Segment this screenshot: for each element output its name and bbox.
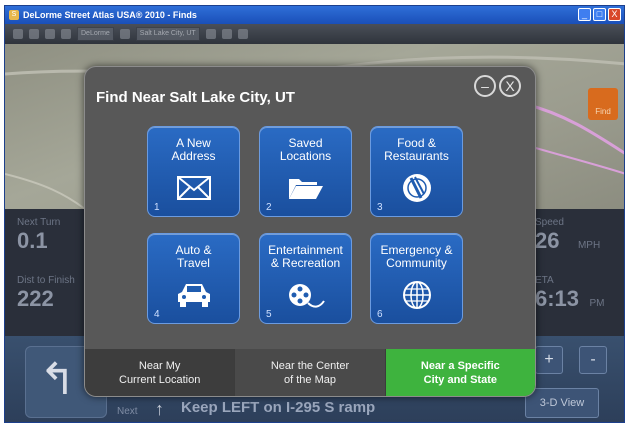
find-tab[interactable]: Find <box>588 88 618 120</box>
tile-number: 5 <box>266 309 272 320</box>
tile-label: Entertainment & Recreation <box>268 243 343 270</box>
tile-number: 3 <box>377 202 383 213</box>
3d-view-button[interactable]: 3-D View <box>525 388 599 418</box>
globe-icon <box>371 280 462 310</box>
maximize-button[interactable]: □ <box>593 8 606 21</box>
layers-icon[interactable] <box>221 29 232 39</box>
tile-number: 4 <box>154 309 160 320</box>
next-turn-label: Next Turn <box>17 217 61 228</box>
speed-value: 26 <box>535 228 560 253</box>
plate-icon <box>371 173 462 203</box>
tile-emergency-community[interactable]: Emergency & Community 6 <box>370 233 463 324</box>
tile-auto-travel[interactable]: Auto & Travel 4 <box>147 233 240 324</box>
save-icon[interactable] <box>45 29 55 39</box>
back-icon[interactable] <box>13 29 23 39</box>
eta-value: 6:13 <box>535 286 580 311</box>
tile-label: Emergency & Community <box>380 243 453 270</box>
next-instruction: Keep LEFT on I-295 S ramp <box>181 399 376 416</box>
option-near-current-location[interactable]: Near My Current Location <box>85 349 236 396</box>
tile-new-address[interactable]: A New Address 1 <box>147 126 240 217</box>
minimize-button[interactable]: _ <box>578 8 591 21</box>
eta-unit: PM <box>589 298 605 309</box>
marker-icon[interactable] <box>119 29 130 39</box>
toolbar: DeLorme Salt Lake City, UT <box>5 24 624 44</box>
speed-label: Speed <box>535 217 564 228</box>
forward-icon[interactable] <box>29 29 39 39</box>
next-label: Next <box>117 406 138 417</box>
zoom-in-button[interactable]: + <box>535 346 563 374</box>
distance-label: Dist to Finish <box>17 275 75 286</box>
next-turn-value: 0.1 <box>17 228 48 253</box>
tools-icon[interactable] <box>205 29 216 39</box>
map-style-select[interactable]: DeLorme <box>77 27 114 41</box>
tile-number: 1 <box>154 202 160 213</box>
tile-food-restaurants[interactable]: Food & Restaurants 3 <box>370 126 463 217</box>
film-reel-icon <box>260 280 351 310</box>
zoom-out-button[interactable]: - <box>579 346 607 374</box>
next-turn-panel: Next Turn 0.1 <box>17 217 60 254</box>
folder-icon <box>260 173 351 203</box>
option-near-map-center[interactable]: Near the Center of the Map <box>235 349 386 396</box>
distance-panel: Dist to Finish 222 <box>17 275 75 312</box>
distance-value: 222 <box>17 286 54 311</box>
eta-panel: ETA 6:13 PM <box>535 275 605 312</box>
window-controls: _ □ X <box>578 8 621 21</box>
tile-label: Food & Restaurants <box>384 136 449 163</box>
search-scope-options: Near My Current Location Near the Center… <box>85 349 535 396</box>
eta-label: ETA <box>535 275 554 286</box>
tile-label: A New Address <box>171 136 216 163</box>
app-logo-icon: S <box>9 10 19 20</box>
option-near-city-state[interactable]: Near a Specific City and State <box>385 349 535 396</box>
next-arrow-icon: ↑ <box>155 399 164 419</box>
envelope-icon <box>148 173 239 203</box>
tile-label: Saved Locations <box>279 136 332 163</box>
find-dialog: Find Near Salt Lake City, UT – X A New A… <box>84 66 536 397</box>
speed-unit: MPH <box>577 240 601 251</box>
gps-icon[interactable] <box>61 29 71 39</box>
window-title: DeLorme Street Atlas USA® 2010 - Finds <box>23 10 197 20</box>
print-icon[interactable] <box>237 29 248 39</box>
tile-entertainment-recreation[interactable]: Entertainment & Recreation 5 <box>259 233 352 324</box>
car-icon <box>148 280 239 310</box>
close-dialog-button[interactable]: X <box>499 75 521 97</box>
minimize-dialog-button[interactable]: – <box>474 75 496 97</box>
tile-number: 6 <box>377 309 383 320</box>
location-select[interactable]: Salt Lake City, UT <box>135 27 200 41</box>
dialog-title: Find Near Salt Lake City, UT <box>96 89 295 106</box>
tile-label: Auto & Travel <box>175 243 212 270</box>
close-window-button[interactable]: X <box>608 8 621 21</box>
title-bar: S DeLorme Street Atlas USA® 2010 - Finds… <box>5 6 624 24</box>
tile-number: 2 <box>266 202 272 213</box>
turn-left-arrow-icon: ↰ <box>39 355 76 404</box>
tile-saved-locations[interactable]: Saved Locations 2 <box>259 126 352 217</box>
speed-panel: Speed 26 MPH <box>535 217 600 254</box>
